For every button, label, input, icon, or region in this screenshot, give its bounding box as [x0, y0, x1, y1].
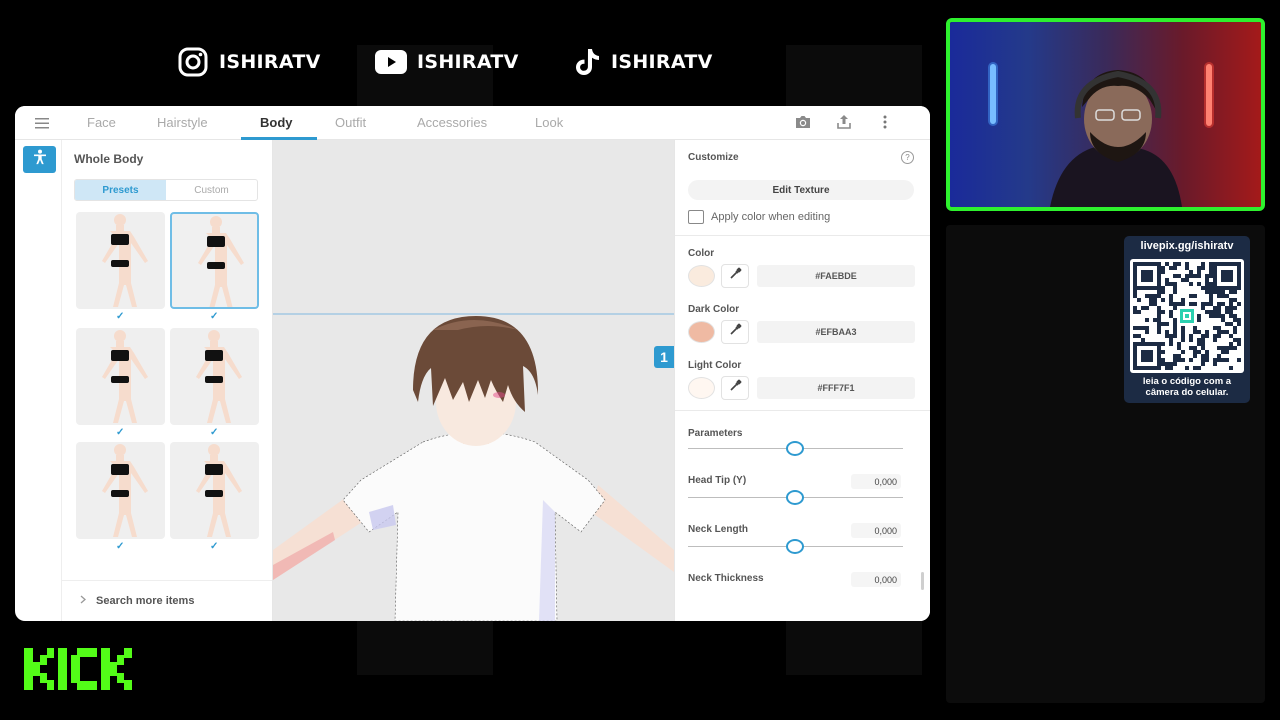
body-preset-thumbnail[interactable]	[170, 328, 259, 425]
parameters-label: Parameters	[688, 428, 743, 439]
body-figure-icon	[32, 149, 48, 170]
body-preset-thumbnail[interactable]	[76, 328, 165, 425]
help-icon-glyph: ?	[905, 153, 910, 162]
divider	[675, 410, 930, 411]
tab-outfit[interactable]: Outfit	[335, 115, 366, 130]
top-tab-bar: Face Hairstyle Body Outfit Accessories L…	[15, 106, 930, 140]
color-swatch[interactable]	[688, 265, 715, 287]
tab-hairstyle[interactable]: Hairstyle	[157, 115, 208, 130]
tab-look[interactable]: Look	[535, 115, 563, 130]
help-icon[interactable]: ?	[901, 151, 914, 164]
head-tip-label: Head Tip (Y)	[688, 475, 747, 486]
apply-color-label: Apply color when editing	[711, 211, 831, 223]
eyedropper-icon	[729, 379, 742, 397]
qr-code	[1130, 259, 1244, 373]
eyedropper-icon	[729, 323, 742, 341]
neck-length-value[interactable]: 0,000	[851, 523, 901, 538]
segment-custom[interactable]: Custom	[166, 180, 257, 200]
youtube-icon	[375, 50, 407, 74]
vroid-app-window: Face Hairstyle Body Outfit Accessories L…	[15, 106, 930, 621]
eyedropper-button[interactable]	[721, 376, 749, 400]
panel-scrollbar[interactable]	[921, 572, 924, 590]
color-hex-field[interactable]: #FAEBDE	[757, 265, 915, 287]
kick-logo	[24, 648, 146, 695]
customize-label: Customize	[688, 152, 739, 163]
viewport-badge-text: 1	[660, 349, 668, 365]
edit-texture-button[interactable]: Edit Texture	[688, 180, 914, 200]
livepix-qr-card: livepix.gg/ishiratv leia o código com a …	[1124, 236, 1250, 403]
color-label: Color	[688, 248, 715, 259]
segment-presets[interactable]: Presets	[75, 180, 166, 200]
panel-title: Whole Body	[74, 152, 144, 166]
dark-color-label: Dark Color	[688, 304, 740, 315]
preset-check-icon: ✓	[116, 541, 125, 552]
light-color-label: Light Color	[688, 360, 742, 371]
chevron-right-icon	[80, 595, 86, 607]
camera-icon[interactable]	[794, 114, 812, 135]
apply-color-checkbox[interactable]	[688, 210, 704, 224]
tab-body[interactable]: Body	[260, 115, 293, 130]
neck-length-label: Neck Length	[688, 524, 749, 535]
preset-check-icon: ✓	[210, 427, 219, 438]
viewport-badge: 1	[654, 346, 674, 368]
presets-panel: Whole Body Presets Custom ✓ ✓ ✓ ✓ ✓ ✓ Search …	[62, 140, 273, 621]
webcam-image	[950, 22, 1261, 207]
customize-panel: Customize ? Edit Texture Apply color whe…	[674, 140, 930, 621]
preset-check-icon: ✓	[210, 541, 219, 552]
body-preset-thumbnail[interactable]	[170, 442, 259, 539]
head-tip-slider-knob[interactable]	[786, 490, 804, 505]
tiktok-handle: ISHIRATV	[611, 51, 713, 73]
webcam-feed	[946, 18, 1265, 211]
eyedropper-icon	[729, 267, 742, 285]
search-more-label: Search more items	[96, 594, 195, 607]
social-tiktok: ISHIRATV	[573, 44, 713, 80]
head-tip-value[interactable]: 0,000	[851, 474, 901, 489]
body-preset-thumbnail[interactable]	[76, 442, 165, 539]
whole-body-category-button[interactable]	[23, 146, 56, 173]
qr-caption: leia o código com a câmera do celular.	[1124, 376, 1250, 398]
social-instagram: ISHIRATV	[177, 44, 321, 80]
tab-face[interactable]: Face	[87, 115, 116, 130]
preset-check-icon: ✓	[210, 311, 219, 322]
stream-overlay: ISHIRATV ISHIRATV ISHIRATV Face Hairstyl…	[0, 0, 1280, 720]
livepix-url: livepix.gg/ishiratv	[1140, 240, 1234, 252]
neck-thickness-value[interactable]: 0,000	[851, 572, 901, 587]
instagram-handle: ISHIRATV	[219, 51, 321, 73]
hamburger-menu-icon[interactable]	[35, 116, 49, 134]
more-options-icon[interactable]	[882, 114, 888, 135]
neck-thickness-label: Neck Thickness	[688, 573, 764, 584]
social-youtube: ISHIRATV	[375, 44, 519, 80]
instagram-icon	[177, 46, 209, 78]
avatar-render	[273, 313, 674, 621]
search-more-items[interactable]: Search more items	[62, 580, 272, 620]
body-preset-thumbnail[interactable]	[76, 212, 165, 309]
preset-check-icon: ✓	[116, 311, 125, 322]
dark-color-hex-field[interactable]: #EFBAA3	[757, 321, 915, 343]
3d-viewport[interactable]: 1	[273, 140, 674, 621]
qr-caption-line2: câmera do celular.	[1145, 387, 1229, 398]
eyedropper-button[interactable]	[721, 264, 749, 288]
light-color-hex-field[interactable]: #FFF7F1	[757, 377, 915, 399]
qr-caption-line1: leia o código com a	[1142, 376, 1232, 387]
tiktok-icon	[573, 47, 601, 77]
preset-check-icon: ✓	[116, 427, 125, 438]
divider	[675, 235, 930, 236]
body-preset-thumbnail[interactable]	[170, 212, 259, 309]
neck-length-slider-knob[interactable]	[786, 539, 804, 554]
export-icon[interactable]	[836, 114, 852, 135]
tab-accessories[interactable]: Accessories	[417, 115, 487, 130]
eyedropper-button[interactable]	[721, 320, 749, 344]
parameter-slider-knob[interactable]	[786, 441, 804, 456]
light-color-swatch[interactable]	[688, 377, 715, 399]
preset-custom-toggle: Presets Custom	[74, 179, 258, 201]
dark-color-swatch[interactable]	[688, 321, 715, 343]
youtube-handle: ISHIRATV	[417, 51, 519, 73]
